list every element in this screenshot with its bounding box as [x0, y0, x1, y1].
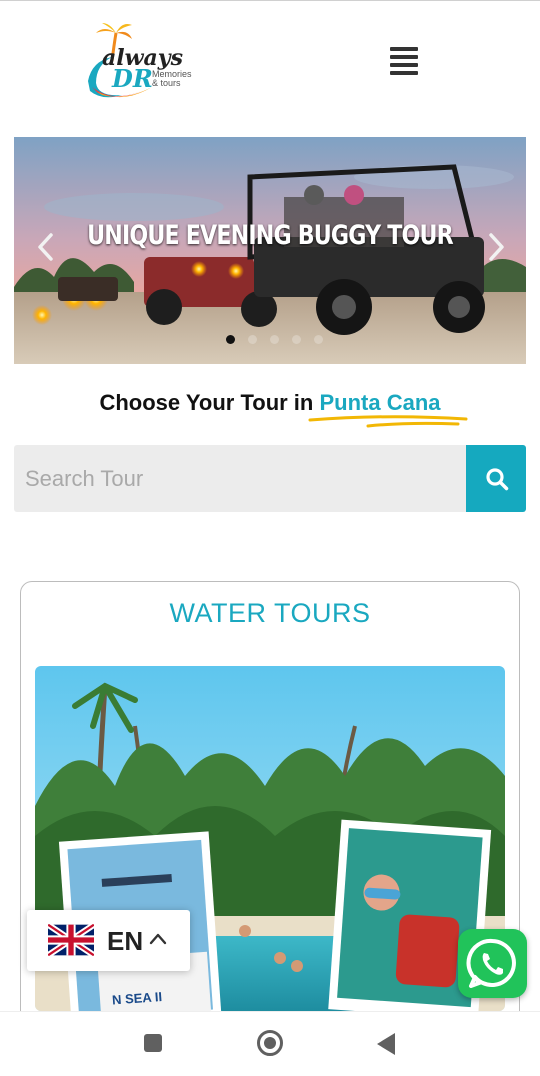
whatsapp-icon — [466, 938, 516, 988]
system-navigation-bar — [0, 1011, 540, 1076]
highlight-underline — [308, 415, 468, 428]
search-button[interactable] — [466, 445, 526, 512]
logo-tagline-2: & tours — [152, 78, 181, 88]
language-selector[interactable]: EN — [27, 910, 190, 971]
slider-dot-2[interactable] — [248, 335, 257, 344]
hamburger-menu-icon[interactable] — [390, 47, 420, 75]
choose-tour-heading: Choose Your Tour in Punta Cana — [0, 390, 540, 416]
chevron-up-icon — [149, 933, 167, 945]
slider-dot-5[interactable] — [314, 335, 323, 344]
slider-dot-1[interactable] — [226, 335, 235, 344]
chevron-left-icon[interactable] — [33, 232, 59, 262]
circle-icon[interactable] — [256, 1029, 284, 1057]
uk-flag-icon — [48, 924, 94, 956]
language-code: EN — [107, 926, 144, 956]
hero-title: UNIQUE EVENING BUGGY TOUR — [87, 220, 454, 251]
card-title: WATER TOURS — [169, 598, 371, 628]
square-icon[interactable] — [143, 1033, 163, 1053]
logo-text-dr: DR — [111, 64, 153, 93]
chevron-right-icon[interactable] — [483, 232, 509, 262]
tour-search-bar — [14, 445, 526, 512]
slider-dots — [226, 335, 336, 345]
site-header: always DR Memories & tours — [0, 1, 540, 128]
logo-graphic: always DR Memories & tours — [88, 23, 192, 98]
triangle-back-icon[interactable] — [375, 1032, 397, 1056]
search-input[interactable] — [14, 445, 466, 512]
search-icon — [486, 468, 509, 491]
whatsapp-button[interactable] — [458, 929, 527, 998]
choose-tour-prefix: Choose Your Tour in — [99, 390, 314, 415]
choose-tour-location: Punta Cana — [319, 390, 441, 415]
site-logo[interactable]: always DR Memories & tours — [82, 21, 202, 101]
slider-dot-4[interactable] — [292, 335, 301, 344]
slider-dot-3[interactable] — [270, 335, 279, 344]
